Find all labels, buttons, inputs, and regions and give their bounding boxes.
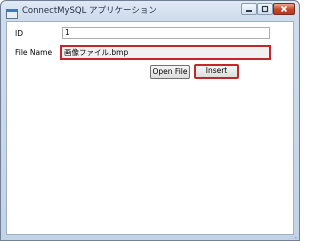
close-button[interactable] <box>273 3 295 15</box>
form-area: ID 1 File Name 画像ファイル.bmp Open File Inse… <box>6 21 294 235</box>
close-icon <box>280 5 288 13</box>
minimize-button[interactable] <box>241 3 257 15</box>
id-label: ID <box>15 29 23 38</box>
minimize-icon <box>246 10 252 12</box>
app-window: ConnectMySQL アプリケーション ID 1 File Name 画像フ… <box>0 0 300 241</box>
window-title: ConnectMySQL アプリケーション <box>22 6 157 16</box>
id-field[interactable]: 1 <box>62 27 270 39</box>
app-icon <box>6 5 18 19</box>
resize-grip-icon[interactable] <box>289 230 297 239</box>
filename-field[interactable]: 画像ファイル.bmp <box>60 45 271 60</box>
insert-button[interactable]: Insert <box>194 64 239 79</box>
maximize-icon <box>261 5 269 13</box>
maximize-button[interactable] <box>257 3 273 15</box>
title-bar[interactable]: ConnectMySQL アプリケーション <box>1 1 299 21</box>
filename-label: File Name <box>15 48 53 57</box>
open-file-button[interactable]: Open File <box>150 65 190 79</box>
